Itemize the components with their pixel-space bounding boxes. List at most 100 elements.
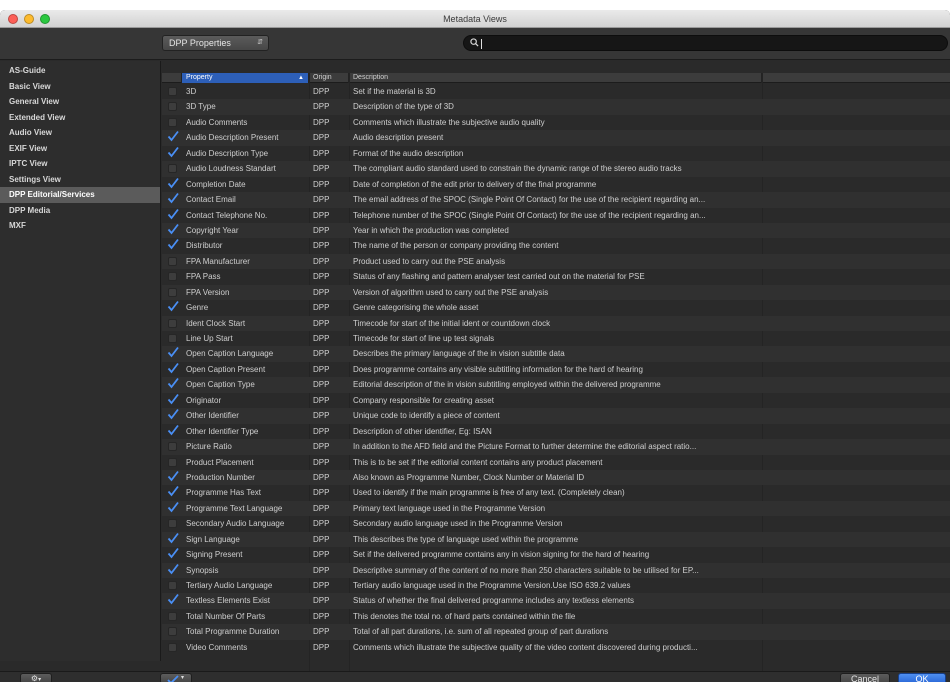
row-checkbox[interactable] [167, 424, 179, 436]
table-row[interactable]: FPA Version DPP Version of algorithm used … [162, 284, 950, 301]
sidebar-item[interactable]: DPP Media [0, 203, 160, 219]
title-bar[interactable]: Metadata Views [0, 10, 950, 28]
view-popup-button[interactable]: DPP Properties ⇵ [162, 35, 269, 51]
row-checkbox[interactable] [168, 457, 177, 467]
table-row[interactable]: Distributor DPP The name of the person or … [162, 238, 950, 253]
sidebar-item[interactable]: EXIF View [0, 141, 160, 157]
table-row[interactable]: Synopsis DPP Descriptive summary of the co… [162, 562, 950, 578]
row-checkbox[interactable] [167, 594, 179, 605]
table-row[interactable]: Video Comments DPP Comments which illustra… [162, 640, 950, 655]
row-checkbox[interactable] [167, 378, 179, 389]
row-checkbox[interactable] [168, 102, 177, 112]
row-checkbox[interactable] [167, 239, 179, 250]
table-row[interactable]: Contact Telephone No. DPP Telephone number… [162, 208, 950, 223]
table-row[interactable]: Product Placement DPP This is to be set if… [162, 455, 950, 470]
ok-button[interactable]: OK [898, 673, 946, 682]
table-row[interactable]: Audio Description Present DPP Audio descri… [162, 130, 950, 146]
row-checkbox[interactable] [168, 287, 177, 297]
row-checkbox[interactable] [168, 87, 177, 96]
search-input[interactable] [481, 39, 482, 49]
table-row[interactable]: Copyright Year DPP Year in which the produ… [162, 222, 950, 239]
sidebar-item[interactable]: General View [0, 94, 160, 110]
row-checkbox[interactable] [167, 409, 179, 420]
table-row[interactable]: Audio Loudness Standart DPP The compliant … [162, 161, 950, 177]
table-row[interactable]: Open Caption Present DPP Does programme co… [162, 362, 950, 377]
row-checkbox[interactable] [168, 318, 177, 328]
table-row[interactable]: Production Number DPP Also known as Progra… [162, 469, 950, 486]
row-checkbox[interactable] [167, 347, 179, 358]
search-field[interactable] [463, 35, 948, 51]
row-checkbox[interactable] [167, 501, 179, 513]
cancel-button[interactable]: Cancel [840, 673, 890, 682]
table-row[interactable]: Audio Comments DPP Comments which illustra… [162, 115, 950, 130]
table-row[interactable]: 3D Type DPP Description of the type of 3D [162, 99, 950, 115]
table-row[interactable]: Ident Clock Start DPP Timecode for start o… [162, 315, 950, 331]
row-checkbox[interactable] [168, 334, 177, 343]
row-checkbox[interactable] [167, 470, 179, 482]
table-row[interactable]: Completion Date DPP Date of completion of … [162, 177, 950, 192]
column-header-description[interactable]: Description [349, 73, 762, 83]
table-row[interactable]: Genre DPP Genre categorising the whole ass… [162, 300, 950, 315]
table-row[interactable]: Textless Elements Exist DPP Status of whet… [162, 593, 950, 609]
table-row[interactable]: Total Programme Duration DPP Total of all … [162, 624, 950, 640]
table-row[interactable]: 3D DPP Set if the material is 3D [162, 84, 950, 99]
row-checkbox[interactable] [167, 301, 179, 312]
row-checkbox[interactable] [167, 146, 179, 158]
table-row[interactable]: Programme Has Text DPP Used to identify if… [162, 485, 950, 500]
sidebar-item[interactable]: Extended View [0, 110, 160, 126]
row-checkbox[interactable] [167, 393, 179, 405]
row-checkbox[interactable] [168, 519, 177, 529]
table-row[interactable]: FPA Pass DPP Status of any flashing and pa… [162, 269, 950, 284]
row-checkbox[interactable] [168, 256, 177, 266]
table-row[interactable]: Secondary Audio Language DPP Secondary aud… [162, 516, 950, 531]
table-row[interactable]: Open Caption Language DPP Describes the pr… [162, 346, 950, 362]
column-header-origin[interactable]: Origin [309, 73, 349, 83]
row-checkbox[interactable] [168, 642, 177, 652]
row-checkbox[interactable] [168, 117, 177, 127]
table-row[interactable]: Signing Present DPP Set if the delivered p… [162, 547, 950, 562]
row-checkbox[interactable] [167, 362, 179, 374]
table-row[interactable]: FPA Manufacturer DPP Product used to carry… [162, 253, 950, 270]
table-row[interactable]: Audio Description Type DPP Format of the a… [162, 146, 950, 161]
row-checkbox[interactable] [168, 164, 177, 174]
table-row[interactable]: Picture Ratio DPP In addition to the AFD f… [162, 439, 950, 455]
row-checkbox[interactable] [168, 272, 177, 282]
table-row[interactable]: Other Identifier Type DPP Description of o… [162, 424, 950, 439]
row-checkbox[interactable] [167, 131, 179, 142]
row-checkbox[interactable] [167, 193, 179, 204]
row-checkbox[interactable] [168, 627, 177, 637]
table-row[interactable]: Other Identifier DPP Unique code to identi… [162, 408, 950, 424]
row-checkbox[interactable] [167, 486, 179, 497]
row-checkbox[interactable] [168, 581, 177, 590]
column-header-property[interactable]: Property ▲ [182, 73, 309, 83]
row-checkbox[interactable] [168, 442, 177, 452]
close-window-button[interactable] [8, 14, 18, 24]
sidebar-item[interactable]: MXF [0, 218, 160, 234]
sidebar-item[interactable]: AS-Guide [0, 63, 160, 79]
zoom-window-button[interactable] [40, 14, 50, 24]
table-row[interactable]: Originator DPP Company responsible for cre… [162, 393, 950, 408]
row-checkbox[interactable] [167, 563, 179, 575]
row-checkbox[interactable] [167, 532, 179, 544]
sidebar-item[interactable]: Settings View [0, 172, 160, 188]
table-row[interactable]: Line Up Start DPP Timecode for start of li… [162, 331, 950, 346]
row-checkbox[interactable] [167, 177, 179, 189]
row-checkbox[interactable] [167, 223, 179, 235]
action-menu-button[interactable]: ⚙▾ [20, 673, 52, 682]
table-row[interactable]: Open Caption Type DPP Editorial descriptio… [162, 377, 950, 393]
table-row[interactable]: Sign Language DPP This describes the type … [162, 531, 950, 548]
table-row[interactable]: Total Number Of Parts DPP This denotes the… [162, 609, 950, 624]
row-checkbox[interactable] [168, 611, 177, 621]
table-row[interactable]: Tertiary Audio Language DPP Tertiary audio… [162, 578, 950, 593]
row-checkbox[interactable] [167, 208, 179, 220]
table-row[interactable]: Contact Email DPP The email address of the… [162, 192, 950, 208]
table-row[interactable]: Programme Text Language DPP Primary text l… [162, 500, 950, 517]
sidebar-item[interactable]: Audio View [0, 125, 160, 141]
sidebar-item[interactable]: IPTC View [0, 156, 160, 172]
sidebar-item[interactable]: DPP Editorial/Services [0, 187, 160, 203]
check-menu-button[interactable]: ▾ [160, 673, 192, 682]
header-checkbox-column[interactable] [162, 73, 182, 83]
sidebar-item[interactable]: Basic View [0, 79, 160, 95]
row-checkbox[interactable] [167, 548, 179, 559]
minimize-window-button[interactable] [24, 14, 34, 24]
